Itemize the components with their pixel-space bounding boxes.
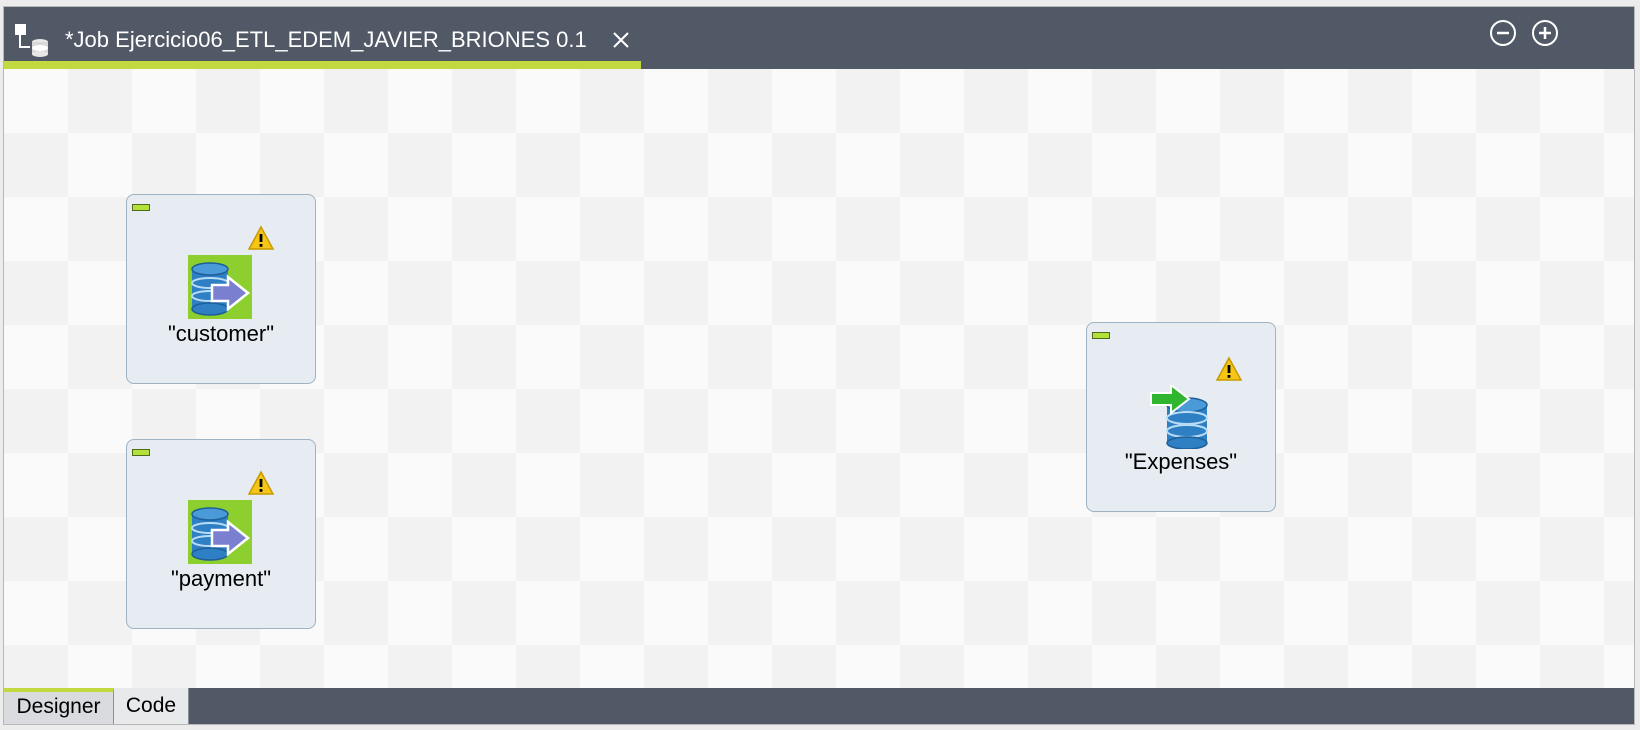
close-icon[interactable] <box>610 29 632 51</box>
warning-icon <box>247 470 275 495</box>
component-payment[interactable]: "payment" <box>126 439 316 629</box>
tab-code[interactable]: Code <box>114 688 189 724</box>
component-customer[interactable]: "customer" <box>126 194 316 384</box>
editor-header: *Job Ejercicio06_ETL_EDEM_JAVIER_BRIONES… <box>4 7 1634 69</box>
active-tab-indicator <box>4 61 641 69</box>
db-input-icon <box>188 255 252 319</box>
component-label: "customer" <box>167 321 275 346</box>
editor-bottom-tabs: Designer Code <box>4 688 1634 724</box>
component-status-bar <box>1092 332 1110 339</box>
minus-circle-icon[interactable] <box>1488 18 1518 48</box>
editor-tab[interactable]: *Job Ejercicio06_ETL_EDEM_JAVIER_BRIONES… <box>4 7 641 69</box>
warning-icon <box>1215 356 1243 381</box>
tab-title: *Job Ejercicio06_ETL_EDEM_JAVIER_BRIONES… <box>65 27 587 52</box>
component-label: "Expenses" <box>1124 449 1238 474</box>
warning-icon <box>247 225 275 250</box>
component-label: "payment" <box>171 566 271 591</box>
tab-designer[interactable]: Designer <box>4 688 114 724</box>
component-status-bar <box>132 204 150 211</box>
db-output-icon <box>1150 385 1208 449</box>
component-status-bar <box>132 449 150 456</box>
designer-canvas[interactable]: "customer" "payment" "Expenses" <box>4 69 1634 688</box>
job-editor: *Job Ejercicio06_ETL_EDEM_JAVIER_BRIONES… <box>3 6 1635 725</box>
plus-circle-icon[interactable] <box>1530 18 1560 48</box>
db-input-icon <box>188 500 252 564</box>
component-expenses[interactable]: "Expenses" <box>1086 322 1276 512</box>
job-icon <box>15 24 48 57</box>
